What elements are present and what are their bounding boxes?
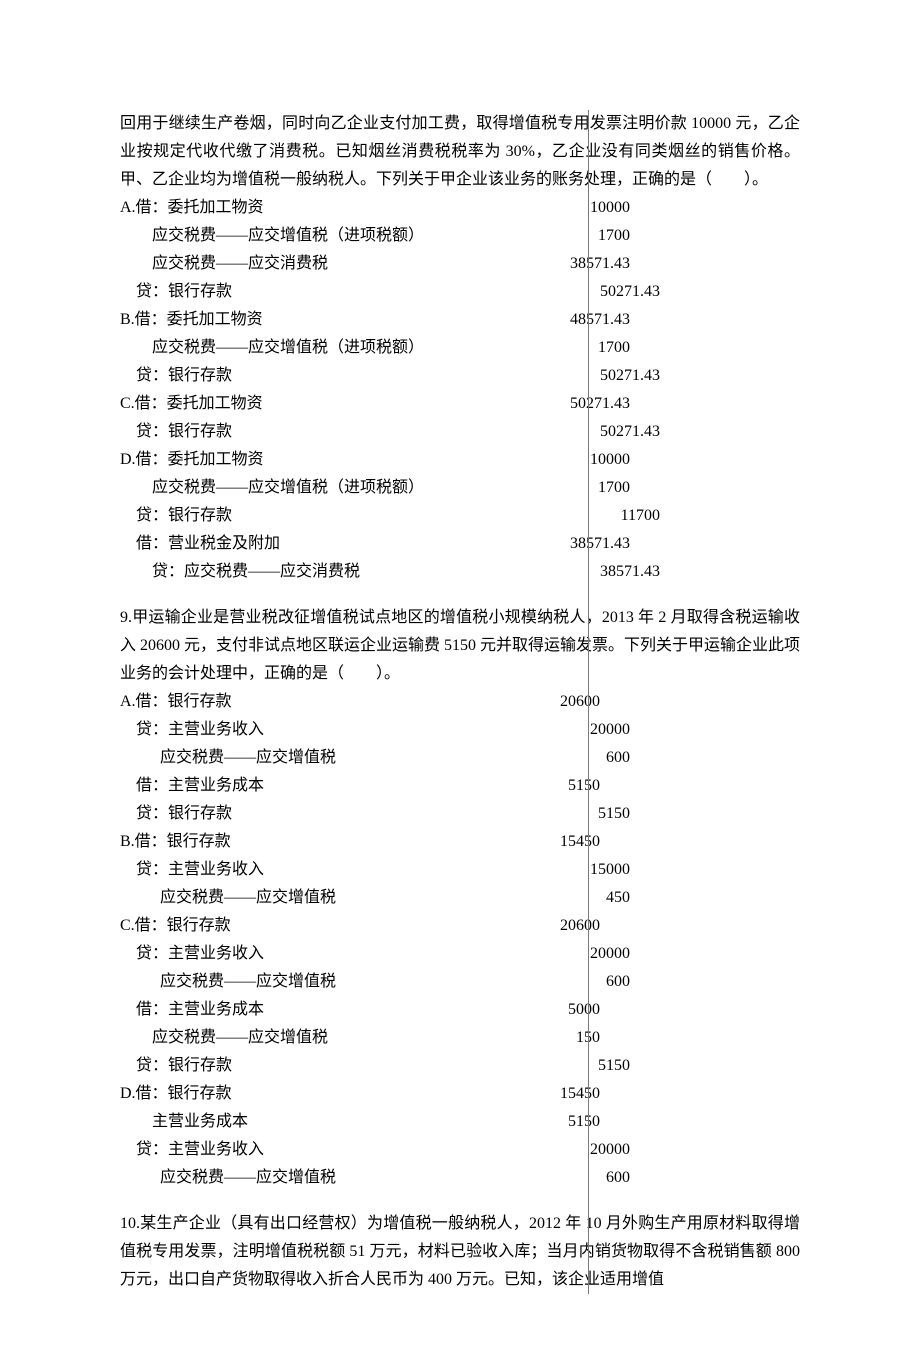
entry-label: 贷：应交税费——应交消费税 [120,558,510,586]
entry-label: 应交税费——应交增值税 [120,1024,480,1052]
entry-amount: 50271.43 [480,390,630,418]
entry-label: 应交税费——应交增值税 [120,884,510,912]
entry-amount: 5000 [480,996,600,1024]
entry-amount: 600 [510,968,630,996]
q8-option-C: C.借：委托加工物资50271.43 贷：银行存款50271.43 [120,390,800,446]
entry-label: B.借：银行存款 [120,828,480,856]
entry-label: 借：主营业务成本 [120,772,480,800]
entry-amount: 600 [510,744,630,772]
entry-amount: 20600 [480,912,600,940]
entry-label: A.借：银行存款 [120,688,480,716]
entry-label: B.借：委托加工物资 [120,306,480,334]
entry-label: 贷：主营业务收入 [120,716,480,744]
q9-option-B: B.借：银行存款15450 贷：主营业务收入15000 应交税费——应交增值税4… [120,828,800,912]
entry-label: D.借：委托加工物资 [120,446,480,474]
entry-amount: 15000 [480,856,630,884]
entry-label: 借：主营业务成本 [120,996,480,1024]
question-9: 9.甲运输企业是营业税改征增值税试点地区的增值税小规模纳税人，2013 年 2 … [120,604,800,1192]
question-10: 10.某生产企业（具有出口经营权）为增值税一般纳税人，2012 年 10 月外购… [120,1210,800,1294]
entry-label: 贷：银行存款 [120,418,480,446]
q8-option-B: B.借：委托加工物资48571.43 应交税费——应交增值税（进项税额）1700… [120,306,800,390]
q10-intro: 10.某生产企业（具有出口经营权）为增值税一般纳税人，2012 年 10 月外购… [120,1210,800,1294]
entry-label: 贷：主营业务收入 [120,940,480,968]
entry-amount: 5150 [480,772,600,800]
entry-label: A.借：委托加工物资 [120,194,480,222]
entry-amount: 1700 [480,334,630,362]
entry-amount: 38571.43 [510,558,660,586]
entry-label: C.借：银行存款 [120,912,480,940]
entry-amount: 15450 [480,1080,600,1108]
entry-amount: 38571.43 [480,530,630,558]
q8-intro: 回用于继续生产卷烟，同时向乙企业支付加工费，取得增值税专用发票注明价款 1000… [120,110,800,194]
entry-label: 主营业务成本 [120,1108,480,1136]
entry-label: 应交税费——应交增值税（进项税额） [120,222,480,250]
q9-option-C: C.借：银行存款20600 贷：主营业务收入20000 应交税费——应交增值税6… [120,912,800,1080]
entry-amount: 5150 [480,800,630,828]
entry-amount: 15450 [480,828,600,856]
entry-amount: 150 [480,1024,600,1052]
entry-amount: 5150 [480,1108,600,1136]
entry-amount: 20000 [480,940,630,968]
entry-amount: 1700 [480,474,630,502]
entry-amount: 10000 [480,194,630,222]
page-content: { "q8": { "intro": "回用于继续生产卷烟，同时向乙企业支付加工… [120,110,800,1294]
entry-amount: 20000 [480,1136,630,1164]
entry-amount: 38571.43 [480,250,630,278]
entry-amount: 50271.43 [480,278,660,306]
entry-label: C.借：委托加工物资 [120,390,480,418]
entry-label: 应交税费——应交增值税（进项税额） [120,474,480,502]
vertical-divider [588,110,589,1294]
q8-option-A: A.借：委托加工物资10000 应交税费——应交增值税（进项税额）1700 应交… [120,194,800,306]
entry-amount: 50271.43 [480,418,660,446]
entry-label: 应交税费——应交增值税 [120,968,510,996]
entry-amount: 1700 [480,222,630,250]
entry-amount: 450 [510,884,630,912]
entry-amount: 5150 [480,1052,630,1080]
entry-label: 贷：银行存款 [120,278,480,306]
entry-label: 应交税费——应交增值税 [120,1164,510,1192]
entry-amount: 11700 [480,502,660,530]
entry-label: 贷：银行存款 [120,362,480,390]
entry-amount: 10000 [480,446,630,474]
entry-label: 应交税费——应交增值税 [120,744,510,772]
q8-option-D: D.借：委托加工物资10000 应交税费——应交增值税（进项税额）1700 贷：… [120,446,800,586]
entry-label: 借：营业税金及附加 [120,530,480,558]
entry-label: 应交税费——应交消费税 [120,250,480,278]
entry-label: 贷：银行存款 [120,800,480,828]
entry-label: 贷：主营业务收入 [120,856,480,884]
q9-option-A: A.借：银行存款20600 贷：主营业务收入20000 应交税费——应交增值税6… [120,688,800,828]
entry-amount: 20000 [480,716,630,744]
entry-label: 贷：银行存款 [120,1052,480,1080]
entry-label: D.借：银行存款 [120,1080,480,1108]
q9-intro: 9.甲运输企业是营业税改征增值税试点地区的增值税小规模纳税人，2013 年 2 … [120,604,800,688]
entry-label: 贷：主营业务收入 [120,1136,480,1164]
question-8: 回用于继续生产卷烟，同时向乙企业支付加工费，取得增值税专用发票注明价款 1000… [120,110,800,586]
entry-amount: 20600 [480,688,600,716]
entry-amount: 48571.43 [480,306,630,334]
entry-label: 应交税费——应交增值税（进项税额） [120,334,480,362]
entry-amount: 600 [510,1164,630,1192]
entry-label: 贷：银行存款 [120,502,480,530]
q9-option-D: D.借：银行存款15450 主营业务成本5150 贷：主营业务收入20000 应… [120,1080,800,1192]
entry-amount: 50271.43 [480,362,660,390]
